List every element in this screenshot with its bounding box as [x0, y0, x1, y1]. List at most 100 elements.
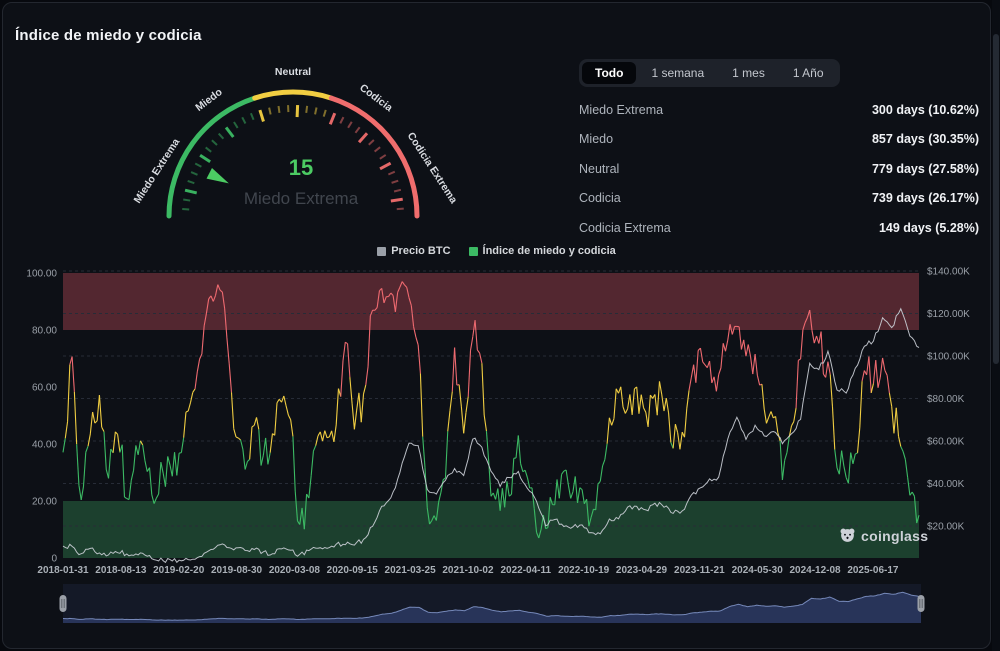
- fear-greed-line-segment: [261, 455, 263, 465]
- fear-greed-line-segment: [450, 392, 452, 411]
- fear-greed-line-segment: [156, 494, 158, 498]
- fear-greed-line-segment: [445, 431, 447, 478]
- legend-label: Índice de miedo y codicia: [483, 245, 616, 257]
- legend-item-btc[interactable]: Precio BTC: [377, 245, 450, 257]
- fear-greed-line-segment: [566, 470, 568, 485]
- y-axis-right-label: $20.00K: [927, 522, 965, 533]
- fear-greed-line-segment: [871, 383, 873, 392]
- fear-greed-line-segment: [753, 354, 755, 374]
- fear-greed-line-segment: [181, 438, 183, 453]
- stat-row-extreme-fear: Miedo Extrema 300 days (10.62%): [579, 103, 979, 117]
- fear-greed-line-segment: [814, 336, 816, 343]
- tab-1-ano[interactable]: 1 Año: [780, 62, 837, 84]
- chart-navigator[interactable]: [3, 584, 990, 626]
- fear-greed-line-segment: [464, 413, 466, 434]
- fear-greed-line-segment: [716, 375, 718, 392]
- fear-greed-line-segment: [165, 456, 167, 486]
- fear-greed-line-segment: [179, 453, 181, 454]
- gauge-tick: [306, 106, 307, 113]
- fear-greed-line-segment: [93, 412, 95, 423]
- fear-greed-line-segment: [247, 459, 249, 461]
- fear-greed-line-segment: [557, 479, 559, 498]
- fear-greed-line-segment: [416, 337, 418, 345]
- fear-greed-line-segment: [621, 387, 623, 407]
- fear-greed-line-segment: [175, 452, 177, 475]
- coinglass-bear-icon: [839, 527, 856, 544]
- gauge-tick: [315, 108, 316, 115]
- legend-item-index[interactable]: Índice de miedo y codicia: [469, 245, 616, 257]
- stat-value: 857 days (30.35%): [872, 132, 979, 146]
- fear-greed-line-segment: [443, 478, 445, 479]
- y-axis-left-label: 0: [51, 554, 57, 565]
- tab-1-mes[interactable]: 1 mes: [719, 62, 778, 84]
- navigator-handle-left[interactable]: [60, 595, 67, 612]
- fear-greed-line-segment: [766, 417, 768, 423]
- fear-greed-line-segment: [776, 416, 778, 432]
- stat-row-extreme-greed: Codicia Extrema 149 days (5.28%): [579, 221, 979, 235]
- fear-greed-line-segment: [74, 392, 76, 444]
- fear-greed-line-segment: [842, 451, 844, 467]
- fear-greed-line-segment: [755, 354, 757, 375]
- fear-greed-line-segment: [669, 413, 671, 442]
- fear-greed-line-segment: [83, 452, 85, 486]
- y-axis-right-label: $140.00K: [927, 267, 970, 278]
- fear-greed-line-segment: [86, 446, 88, 452]
- stat-value: 739 days (26.17%): [872, 191, 979, 205]
- fear-greed-line-segment: [862, 371, 864, 382]
- fear-greed-line-segment: [787, 437, 789, 453]
- fear-greed-line-segment: [200, 354, 202, 359]
- stat-label: Codicia Extrema: [579, 221, 671, 235]
- stat-row-fear: Miedo 857 days (30.35%): [579, 132, 979, 146]
- fear-greed-line-segment: [559, 474, 561, 498]
- fear-greed-line-segment: [832, 407, 834, 450]
- fear-greed-line-segment: [145, 461, 147, 472]
- navigator-handle-right[interactable]: [918, 595, 925, 612]
- tab-1-semana[interactable]: 1 semana: [638, 62, 717, 84]
- fear-greed-line-segment: [350, 377, 352, 404]
- index-swatch-icon: [469, 247, 478, 256]
- fear-greed-line-segment: [234, 429, 236, 437]
- y-axis-right-label: $40.00K: [927, 479, 965, 490]
- fear-greed-line-segment: [719, 368, 721, 375]
- fear-greed-line-segment: [231, 392, 233, 428]
- fear-greed-line-segment: [873, 360, 875, 383]
- fear-greed-line-segment: [578, 488, 580, 503]
- y-axis-left-label: 60.00: [32, 383, 57, 394]
- fear-greed-line-segment: [286, 406, 288, 415]
- fear-greed-line-segment: [68, 365, 70, 422]
- fear-greed-line-segment: [468, 350, 470, 396]
- fear-greed-line-segment: [623, 407, 625, 414]
- fear-greed-line-segment: [184, 412, 186, 438]
- fear-greed-line-segment: [673, 424, 675, 448]
- extreme-greed-band: [63, 273, 919, 330]
- fear-greed-line-segment: [236, 437, 238, 438]
- fear-greed-line-segment: [794, 408, 796, 422]
- fear-greed-line-segment: [471, 337, 473, 351]
- fear-greed-line-segment: [696, 350, 698, 382]
- fear-greed-line-segment: [835, 450, 837, 468]
- fear-greed-line-segment: [420, 374, 422, 437]
- fear-greed-card: Índice de miedo y codicia Miedo Extrema …: [2, 2, 991, 649]
- fear-greed-line-segment: [257, 417, 259, 429]
- vertical-scrollbar-thumb[interactable]: [993, 34, 999, 364]
- fear-greed-line-segment: [161, 462, 163, 473]
- fear-greed-line-segment: [348, 344, 350, 377]
- fear-greed-line-segment: [238, 438, 240, 440]
- fear-greed-line-segment: [197, 359, 199, 372]
- fear-greed-line-segment: [313, 446, 315, 451]
- fear-greed-line-segment: [885, 370, 887, 375]
- extreme-fear-band: [63, 501, 919, 558]
- horizontal-scrollbar[interactable]: [5, 648, 991, 649]
- fear-greed-line-segment: [293, 436, 295, 491]
- btc-swatch-icon: [377, 247, 386, 256]
- fear-greed-line-segment: [138, 441, 140, 455]
- fear-greed-line-segment: [666, 398, 668, 413]
- fear-greed-line-segment: [118, 434, 120, 452]
- fear-greed-line-segment: [288, 415, 290, 420]
- tab-todo[interactable]: Todo: [582, 62, 636, 84]
- fear-greed-line-segment: [448, 410, 450, 431]
- fear-greed-line-segment: [723, 343, 725, 351]
- fear-greed-line-segment: [796, 360, 798, 408]
- fear-greed-line-segment: [509, 494, 511, 496]
- fear-greed-line-segment: [896, 408, 898, 436]
